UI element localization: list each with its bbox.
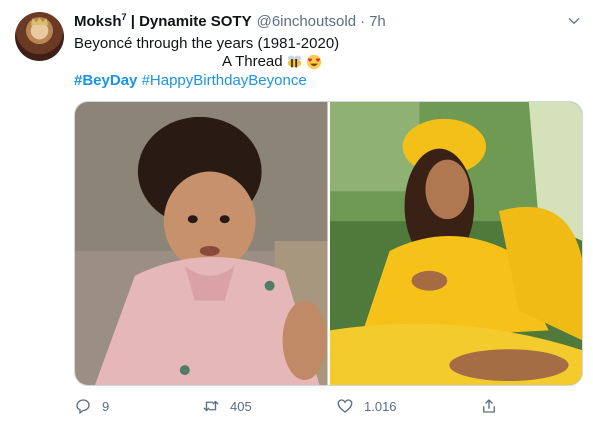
bee-emoji (286, 54, 303, 69)
hashtags-line: #BeyDay #HappyBirthdayBeyonce (74, 72, 307, 89)
heart-eyes-emoji (306, 54, 322, 70)
profile-avatar[interactable] (15, 12, 64, 61)
hashtag-happybirthdaybeyonce[interactable]: #HappyBirthdayBeyonce (142, 72, 307, 89)
crown-decoration (31, 18, 48, 25)
like-count: 1.016 (364, 398, 397, 414)
tweet-text-line1: Beyoncé through the years (1981-2020) (74, 35, 340, 52)
like-icon (337, 399, 353, 413)
reply-count: 9 (102, 398, 110, 414)
tweet-timestamp[interactable]: 7h (369, 13, 386, 30)
like-button[interactable]: 1.016 (336, 397, 397, 415)
author-name-text: Moksh (74, 13, 122, 30)
share-icon (483, 399, 495, 413)
tweet-actions: 9 405 1.016 (74, 397, 504, 419)
share-button[interactable] (480, 397, 498, 415)
reply-button[interactable]: 9 (74, 397, 109, 415)
author-name-suffix: | Dynamite SOTY (126, 13, 252, 30)
retweet-count: 405 (230, 398, 252, 414)
hashtag-beyday[interactable]: #BeyDay (74, 72, 137, 89)
chevron-down-icon[interactable] (567, 14, 581, 28)
tweet-text-line2: A Thread (222, 53, 322, 70)
retweet-button[interactable]: 405 (202, 397, 252, 415)
tweet-header: Moksh7 | Dynamite SOTY @6inchoutsold · 7… (74, 10, 386, 32)
tweet-media (74, 101, 583, 386)
baby-photo[interactable] (75, 102, 328, 385)
separator-dot: · (360, 12, 366, 30)
author-name[interactable]: Moksh7 | Dynamite SOTY (74, 12, 252, 30)
reply-icon (76, 399, 90, 415)
retweet-icon (203, 400, 219, 412)
author-handle[interactable]: @6inchoutsold (257, 13, 356, 30)
thread-label: A Thread (222, 53, 283, 70)
yellow-dress-photo[interactable] (329, 102, 582, 385)
